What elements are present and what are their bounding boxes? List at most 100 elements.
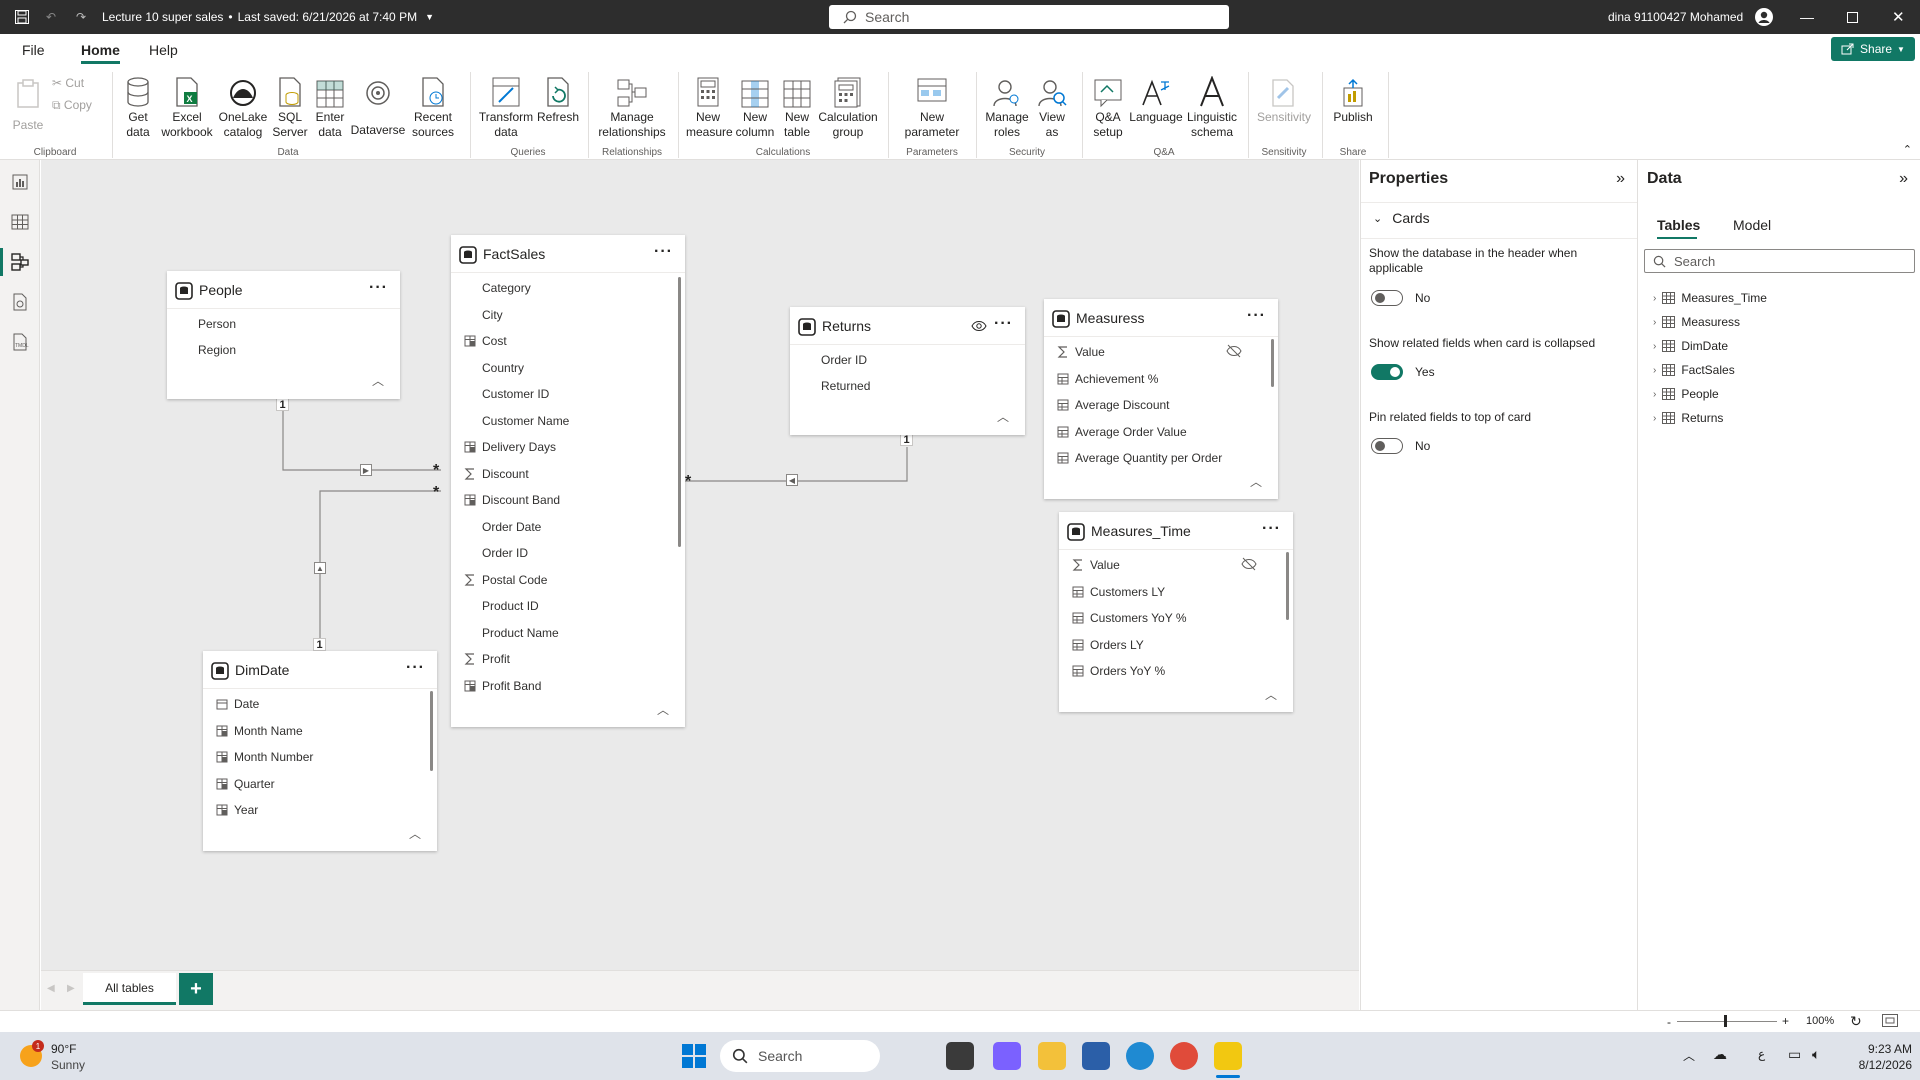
field-row[interactable]: Average Discount bbox=[1044, 392, 1264, 418]
copilot-icon[interactable] bbox=[993, 1042, 1021, 1070]
field-row[interactable]: Cost bbox=[451, 328, 671, 354]
card-header[interactable]: DimDate ··· bbox=[203, 651, 437, 689]
field-row[interactable]: Average Quantity per Order bbox=[1044, 445, 1264, 471]
card-header[interactable]: Returns ··· bbox=[790, 307, 1025, 345]
fullscreen-icon[interactable] bbox=[1882, 1014, 1898, 1027]
dax-query-view-icon[interactable] bbox=[10, 292, 30, 312]
copy-button[interactable]: ⧉ Copy bbox=[52, 98, 92, 113]
table-card-dimdate[interactable]: DimDate ··· Date Month Name Month Number Qu… bbox=[203, 651, 437, 851]
tree-item[interactable]: › People bbox=[1653, 384, 1719, 404]
field-row[interactable]: Year bbox=[203, 797, 423, 823]
more-options-icon[interactable]: ··· bbox=[406, 659, 425, 677]
collapse-card-icon[interactable]: ︿ bbox=[1265, 686, 1277, 703]
collapse-pane-icon[interactable]: » bbox=[1616, 170, 1625, 188]
manage-relationships-button[interactable]: Manage relationships bbox=[594, 72, 670, 140]
language-button[interactable]: Language bbox=[1128, 72, 1184, 125]
table-card-people[interactable]: People ··· Person Region ︿ bbox=[167, 271, 400, 399]
more-options-icon[interactable]: ··· bbox=[654, 243, 673, 261]
field-row[interactable]: Month Name bbox=[203, 718, 423, 744]
toggle-show-database[interactable] bbox=[1371, 290, 1403, 306]
more-options-icon[interactable]: ··· bbox=[369, 279, 388, 297]
field-row[interactable]: Orders LY bbox=[1059, 632, 1279, 658]
report-view-icon[interactable] bbox=[10, 172, 30, 192]
collapse-card-icon[interactable]: ︿ bbox=[657, 701, 669, 718]
field-row[interactable]: Customer ID bbox=[451, 381, 671, 407]
refresh-button[interactable]: Refresh bbox=[536, 72, 580, 125]
calculation-group-button[interactable]: Calculation group bbox=[816, 72, 880, 140]
collapse-ribbon-icon[interactable]: ⌃ bbox=[1903, 143, 1912, 156]
sensitivity-button[interactable]: Sensitivity bbox=[1254, 72, 1314, 125]
manage-roles-button[interactable]: Manage roles bbox=[982, 72, 1032, 140]
new-parameter-button[interactable]: New parameter bbox=[896, 72, 968, 140]
fit-to-page-icon[interactable]: ↻ bbox=[1850, 1013, 1862, 1030]
title-search-input[interactable]: Search bbox=[829, 5, 1229, 29]
tree-item[interactable]: › Measuress bbox=[1653, 312, 1740, 332]
network-icon[interactable]: ▭ bbox=[1788, 1046, 1801, 1063]
scrollbar[interactable] bbox=[430, 691, 433, 771]
avatar[interactable] bbox=[1754, 0, 1774, 34]
toggle-pin-related-fields[interactable] bbox=[1371, 438, 1403, 454]
tab-tables[interactable]: Tables bbox=[1657, 217, 1700, 233]
maximize-icon[interactable] bbox=[1847, 0, 1858, 34]
cut-button[interactable]: ✂ Cut bbox=[52, 76, 84, 91]
zoom-slider[interactable] bbox=[1677, 1021, 1777, 1022]
tree-item[interactable]: › Measures_Time bbox=[1653, 288, 1767, 308]
card-header[interactable]: Measuress ··· bbox=[1044, 299, 1278, 337]
paste-button[interactable]: Paste bbox=[10, 72, 46, 133]
field-row[interactable]: Product ID bbox=[451, 593, 671, 619]
tmdl-view-icon[interactable]: TMDL bbox=[10, 332, 30, 352]
more-options-icon[interactable]: ··· bbox=[1262, 520, 1281, 538]
scroll-right-icon[interactable]: ▶ bbox=[67, 983, 75, 994]
chrome-browser-icon[interactable] bbox=[1170, 1042, 1198, 1070]
table-view-icon[interactable] bbox=[10, 212, 30, 232]
zoom-out-icon[interactable]: - bbox=[1667, 1015, 1671, 1029]
field-row[interactable]: Orders YoY % bbox=[1059, 658, 1279, 684]
clock-date[interactable]: 8/12/2026 bbox=[1846, 1058, 1912, 1072]
collapse-card-icon[interactable]: ︿ bbox=[997, 408, 1009, 425]
field-row[interactable]: Returned bbox=[790, 373, 1011, 399]
collapse-card-icon[interactable]: ︿ bbox=[409, 825, 421, 842]
share-button[interactable]: Share ▼ bbox=[1831, 37, 1915, 61]
field-row[interactable]: Postal Code bbox=[451, 567, 671, 593]
view-as-button[interactable]: View as bbox=[1034, 72, 1070, 140]
field-row[interactable]: Average Order Value bbox=[1044, 419, 1264, 445]
field-row[interactable]: Order ID bbox=[451, 540, 671, 566]
card-header[interactable]: FactSales ··· bbox=[451, 235, 685, 273]
field-row[interactable]: Product Name bbox=[451, 620, 671, 646]
onelake-catalog-button[interactable]: OneLake catalog bbox=[216, 72, 270, 140]
tree-item[interactable]: › FactSales bbox=[1653, 360, 1735, 380]
field-row[interactable]: Profit Band bbox=[451, 673, 671, 699]
zoom-slider-thumb[interactable] bbox=[1724, 1015, 1727, 1027]
get-data-button[interactable]: Get data bbox=[118, 72, 158, 140]
relationship-many-marker[interactable]: * bbox=[685, 473, 691, 491]
relationship-one-marker[interactable]: 1 bbox=[276, 398, 289, 411]
scroll-left-icon[interactable]: ◀ bbox=[47, 983, 55, 994]
undo-icon[interactable]: ↶ bbox=[46, 0, 56, 34]
tab-all-tables[interactable]: All tables bbox=[83, 973, 176, 1005]
toggle-show-related-fields[interactable] bbox=[1371, 364, 1403, 380]
field-row[interactable]: Region bbox=[167, 337, 386, 363]
taskbar-search-input[interactable]: Search bbox=[720, 1040, 880, 1072]
card-header[interactable]: People ··· bbox=[167, 271, 400, 309]
field-row[interactable]: Person bbox=[167, 311, 386, 337]
power-bi-icon[interactable] bbox=[1214, 1042, 1242, 1070]
hidden-eye-icon[interactable] bbox=[1226, 344, 1242, 358]
cards-section-header[interactable]: ⌄ Cards bbox=[1373, 210, 1430, 226]
table-card-measuress[interactable]: Measuress ··· Value Achievement % Average … bbox=[1044, 299, 1278, 499]
more-options-icon[interactable]: ··· bbox=[994, 315, 1013, 333]
new-measure-button[interactable]: New measure bbox=[686, 72, 733, 140]
model-canvas[interactable]: 1 1 1 * * * ▶ ▲ ◀ People ··· Person Regi… bbox=[41, 160, 1359, 1010]
menu-home[interactable]: Home bbox=[81, 42, 120, 64]
collapse-pane-icon[interactable]: » bbox=[1899, 170, 1908, 188]
field-row[interactable]: Customers LY bbox=[1059, 579, 1279, 605]
collapse-card-icon[interactable]: ︿ bbox=[1250, 473, 1262, 490]
clock-time[interactable]: 9:23 AM bbox=[1856, 1042, 1912, 1056]
eye-icon[interactable] bbox=[971, 320, 987, 332]
field-row[interactable]: Order Date bbox=[451, 514, 671, 540]
qa-setup-button[interactable]: Q&A setup bbox=[1088, 72, 1128, 140]
file-explorer-icon[interactable] bbox=[1038, 1042, 1066, 1070]
field-row[interactable]: Date bbox=[203, 691, 423, 717]
minimize-icon[interactable]: — bbox=[1800, 0, 1814, 34]
close-icon[interactable]: ✕ bbox=[1892, 0, 1905, 34]
dataverse-button[interactable]: Dataverse bbox=[350, 72, 406, 138]
